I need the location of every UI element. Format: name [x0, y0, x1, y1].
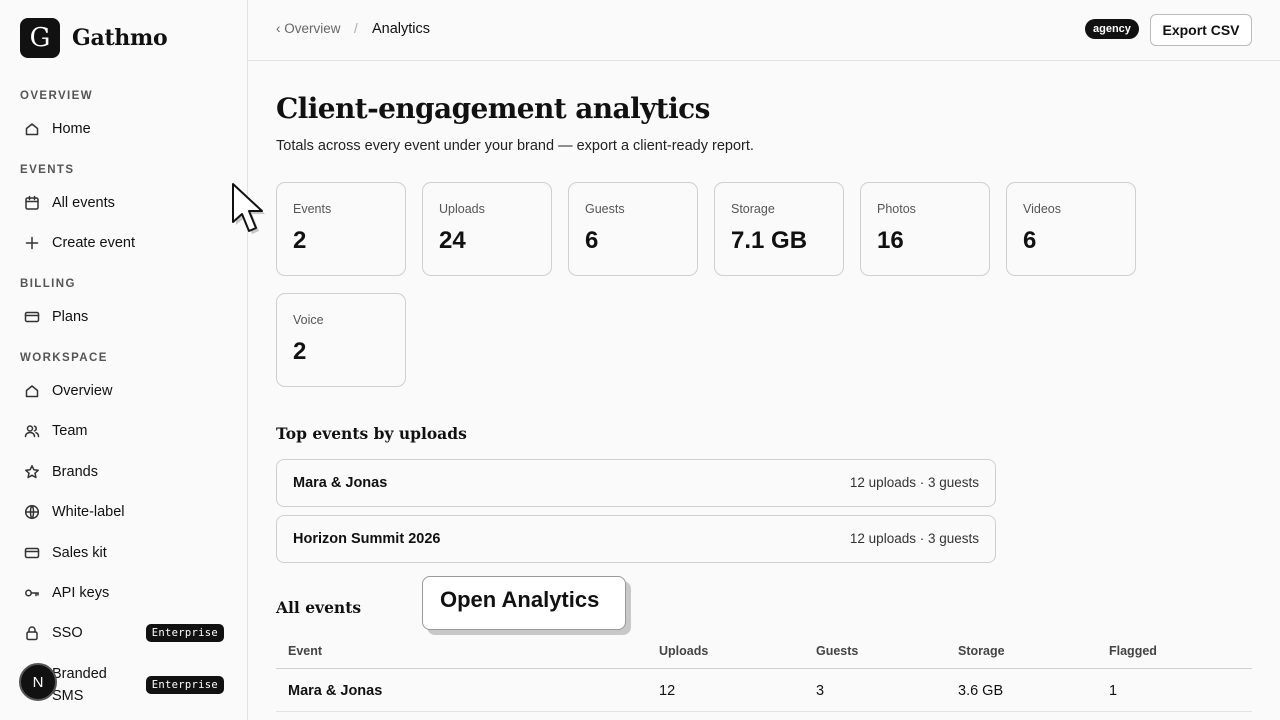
home-icon — [24, 383, 40, 399]
top-event-row[interactable]: Horizon Summit 2026 12 uploads · 3 guest… — [276, 515, 996, 563]
column-header-flagged[interactable]: Flagged — [1109, 644, 1157, 658]
stat-value: 6 — [585, 227, 599, 254]
cell-event-name: Mara & Jonas — [288, 683, 383, 699]
stat-card-events: Events 2 — [276, 182, 406, 276]
sidebar-item-home[interactable]: Home — [24, 115, 224, 143]
stat-card-photos: Photos 16 — [860, 182, 990, 276]
avatar[interactable]: N — [19, 663, 57, 701]
breadcrumb-current: Analytics — [372, 21, 431, 37]
top-event-meta: 12 uploads · 3 guests — [849, 475, 979, 490]
sidebar-item-label: Plans — [52, 309, 89, 325]
stat-value: 7.1 GB — [731, 227, 808, 254]
breadcrumb-back-link[interactable]: ‹ Overview — [276, 21, 341, 36]
sidebar-item-label: Brands — [52, 464, 98, 480]
sidebar-item-label: Sales kit — [52, 545, 107, 561]
column-header-uploads[interactable]: Uploads — [659, 644, 708, 658]
events-table: Event Uploads Guests Storage Flagged Mar… — [276, 636, 1252, 712]
column-header-event[interactable]: Event — [288, 644, 322, 658]
calendar-icon — [24, 195, 40, 211]
column-header-guests[interactable]: Guests — [816, 644, 858, 658]
stat-label: Voice — [293, 313, 324, 327]
stat-label: Videos — [1023, 202, 1061, 216]
sidebar-item-team[interactable]: Team — [24, 417, 224, 445]
sidebar-item-overview[interactable]: Overview — [24, 377, 224, 405]
users-icon — [24, 423, 40, 439]
stat-card-uploads: Uploads 24 — [422, 182, 552, 276]
nav-section-workspace: WORKSPACE — [20, 352, 108, 364]
stat-card-storage: Storage 7.1 GB — [714, 182, 844, 276]
stat-card-guests: Guests 6 — [568, 182, 698, 276]
top-events-title: Top events by uploads — [276, 424, 467, 443]
page-subtitle: Totals across every event under your bra… — [276, 138, 754, 154]
stat-value: 16 — [877, 227, 904, 254]
stat-label: Events — [293, 202, 332, 216]
enterprise-badge: Enterprise — [145, 676, 224, 694]
top-event-row[interactable]: Mara & Jonas 12 uploads · 3 guests — [276, 459, 996, 507]
sidebar-item-label: Home — [52, 121, 91, 137]
globe-icon — [24, 504, 40, 520]
sidebar-item-label: SSO — [52, 625, 83, 641]
breadcrumb-separator: / — [354, 21, 358, 36]
sidebar-item-label: White-label — [52, 504, 125, 520]
table-header-row: Event Uploads Guests Storage Flagged — [276, 636, 1252, 669]
plan-tier-badge: agency — [1085, 19, 1139, 39]
sidebar-item-label: API keys — [52, 585, 110, 601]
key-icon — [24, 585, 40, 601]
stat-label: Photos — [877, 202, 916, 216]
nav-section-overview: OVERVIEW — [20, 90, 93, 102]
stat-label: Uploads — [439, 202, 485, 216]
column-header-storage[interactable]: Storage — [958, 644, 1005, 658]
home-icon — [24, 121, 40, 137]
sidebar-item-label: All events — [52, 195, 115, 211]
sidebar-item-label-line-2: SMS — [52, 688, 84, 704]
sidebar: G Gathmo OVERVIEW Home EVENTS All events… — [0, 0, 248, 720]
star-icon — [24, 464, 40, 480]
action-tooltip: Open Analytics — [422, 576, 626, 630]
card-icon — [24, 309, 40, 325]
table-row[interactable]: Mara & Jonas 12 3 3.6 GB 1 — [276, 669, 1252, 712]
export-csv-button[interactable]: Export CSV — [1150, 14, 1252, 46]
sidebar-item-label-line-1: Branded — [52, 666, 107, 682]
cell-storage: 3.6 GB — [958, 683, 1004, 699]
stat-card-voice: Voice 2 — [276, 293, 406, 387]
stat-label: Storage — [731, 202, 775, 216]
sidebar-item-sso[interactable]: SSO Enterprise — [24, 619, 224, 647]
sidebar-item-plans[interactable]: Plans — [24, 303, 224, 331]
stat-value: 2 — [293, 338, 307, 365]
sidebar-item-label: Create event — [52, 235, 136, 251]
stat-value: 24 — [439, 227, 466, 254]
brand-logo: G — [20, 18, 60, 58]
sidebar-item-label: Branded SMS — [52, 663, 107, 707]
top-event-name: Horizon Summit 2026 — [293, 531, 441, 547]
cell-guests: 3 — [816, 683, 825, 699]
top-event-meta: 12 uploads · 3 guests — [849, 531, 979, 546]
card-icon — [24, 545, 40, 561]
page-title: Client-engagement analytics — [276, 92, 710, 125]
all-events-title: All events — [276, 598, 362, 617]
stat-card-videos: Videos 6 — [1006, 182, 1136, 276]
enterprise-badge: Enterprise — [145, 624, 224, 642]
stat-label: Guests — [585, 202, 625, 216]
sidebar-item-api-keys[interactable]: API keys — [24, 579, 224, 607]
lock-icon — [24, 625, 40, 641]
sidebar-item-brands[interactable]: Brands — [24, 458, 224, 486]
sidebar-item-all-events[interactable]: All events — [24, 189, 224, 217]
mouse-cursor-icon — [232, 183, 265, 234]
cell-uploads: 12 — [659, 683, 676, 699]
sidebar-item-label: Overview — [52, 383, 113, 399]
stat-value: 2 — [293, 227, 307, 254]
top-bar: ‹ Overview / Analytics agency Export CSV — [248, 0, 1280, 61]
nav-section-events: EVENTS — [20, 164, 75, 176]
sidebar-item-label: Team — [52, 423, 88, 439]
cell-flagged: 1 — [1109, 683, 1118, 699]
nav-section-billing: BILLING — [20, 278, 76, 290]
top-event-name: Mara & Jonas — [293, 475, 388, 491]
brand-name: Gathmo — [72, 25, 168, 51]
sidebar-item-sales-kit[interactable]: Sales kit — [24, 539, 224, 567]
sidebar-item-white-label[interactable]: White-label — [24, 498, 224, 526]
plus-icon — [24, 235, 40, 251]
brand[interactable]: G Gathmo — [20, 18, 168, 58]
stat-value: 6 — [1023, 227, 1037, 254]
sidebar-item-create-event[interactable]: Create event — [24, 229, 224, 257]
